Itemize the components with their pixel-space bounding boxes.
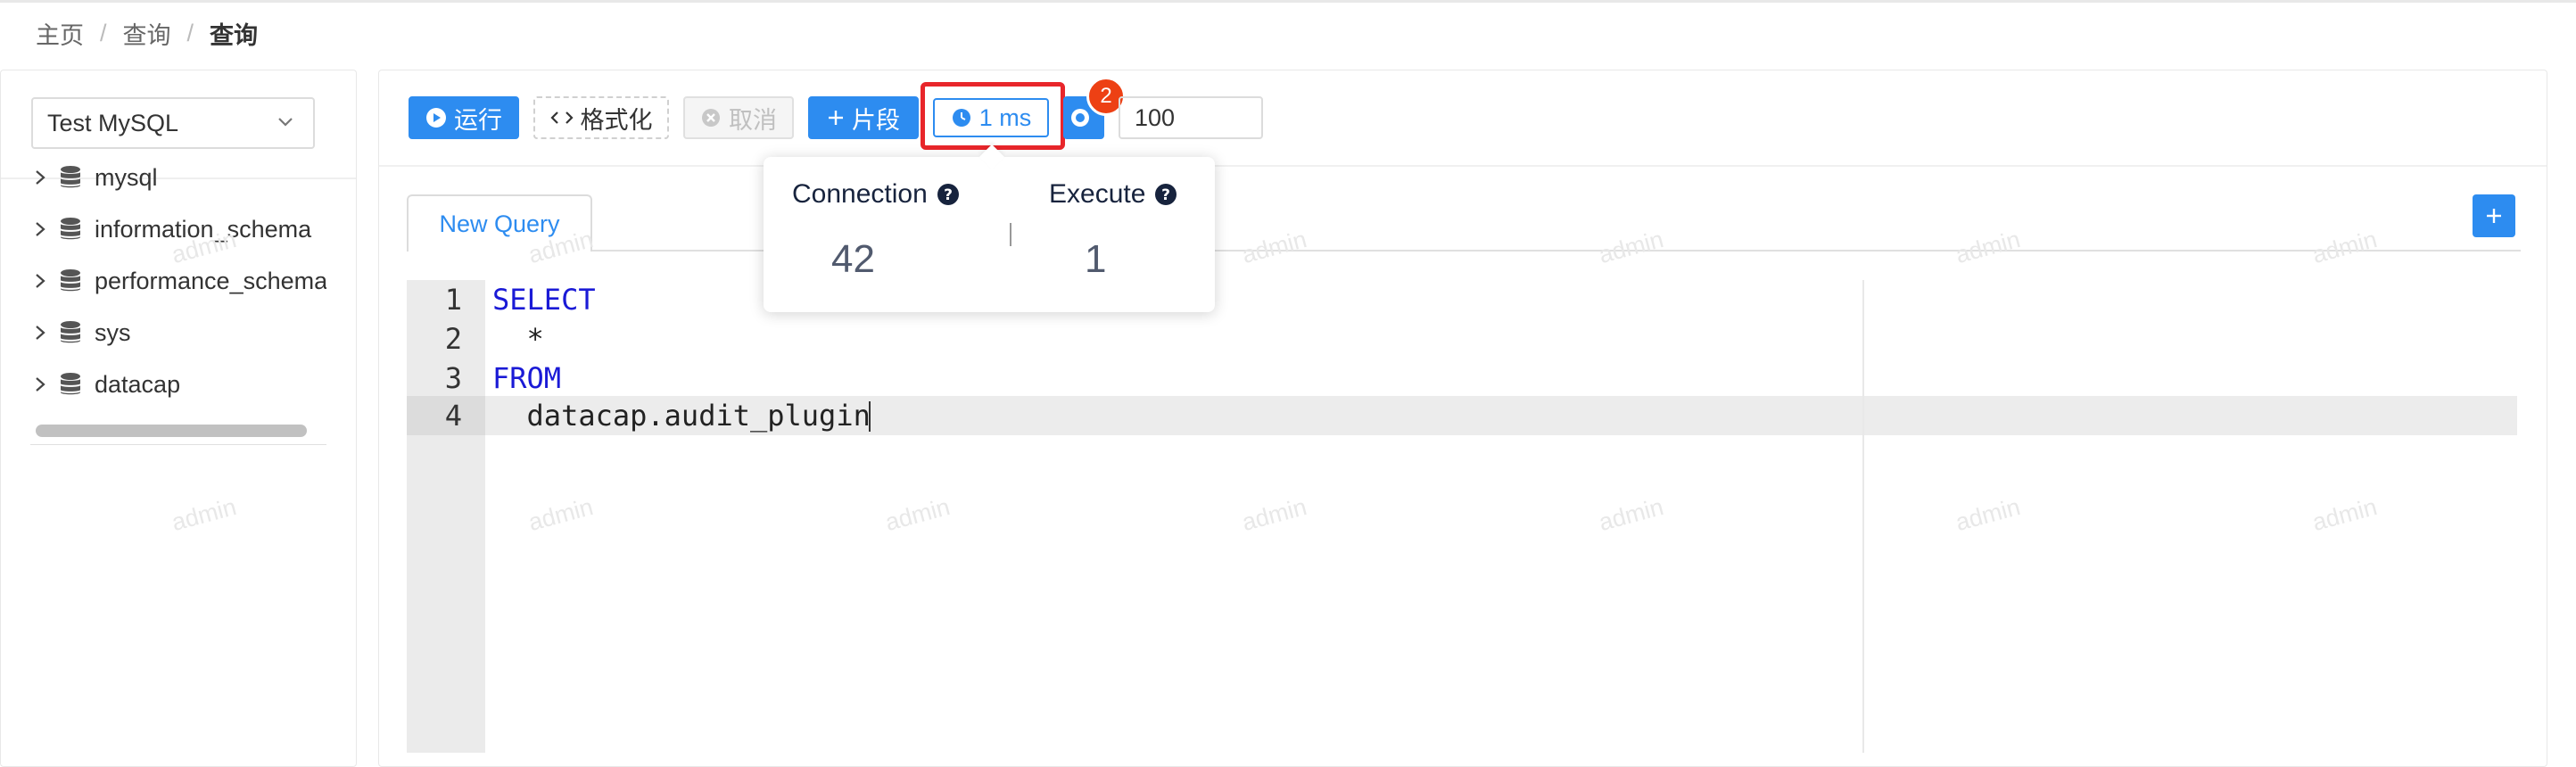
line-number: 3: [444, 361, 462, 395]
tree-item-information-schema[interactable]: information_schema: [32, 203, 326, 255]
divider: [379, 165, 2547, 167]
database-icon: [61, 373, 80, 395]
tree-item-label: sys: [95, 318, 131, 346]
database-icon: [61, 218, 80, 240]
snippet-button[interactable]: 片段: [808, 96, 919, 139]
code-line[interactable]: 2 *: [407, 319, 2517, 359]
datasource-select[interactable]: Test MySQL: [31, 97, 315, 149]
text-cursor: [869, 401, 871, 432]
format-button[interactable]: 格式化: [533, 96, 669, 139]
connection-stat-title: Connection ?: [792, 175, 997, 214]
sql-editor[interactable]: 1 SELECT 2 * 3 FROM 4 datacap.audit_plug…: [407, 280, 2517, 753]
datasource-select-value: Test MySQL: [47, 109, 179, 136]
code-text: FROM: [492, 361, 562, 395]
line-number: 1: [444, 283, 462, 317]
chevron-right-icon[interactable]: [32, 375, 48, 393]
breadcrumb-query[interactable]: 查询: [123, 16, 171, 51]
breadcrumb-home[interactable]: 主页: [36, 16, 84, 51]
cancel-button-label: 取消: [729, 106, 777, 134]
limit-input[interactable]: 100: [1119, 96, 1263, 139]
tree-item-label: datacap: [95, 370, 181, 398]
tree-item-label: performance_schema: [95, 267, 326, 294]
tree-item-performance-schema[interactable]: performance_schema: [32, 255, 326, 307]
tree-item-label: mysql: [95, 163, 158, 191]
code-line[interactable]: 1 SELECT: [407, 280, 2517, 319]
breadcrumb-separator: /: [100, 19, 107, 46]
connection-label: Connection: [792, 179, 928, 209]
line-number: 4: [444, 399, 462, 433]
tree-horizontal-scrollbar[interactable]: [30, 417, 326, 445]
add-tab-button[interactable]: [2473, 194, 2515, 237]
code-icon: [549, 111, 574, 124]
tree-item-label: information_schema: [95, 215, 312, 243]
tree-item-mysql[interactable]: mysql: [32, 152, 326, 203]
code-line[interactable]: 4 datacap.audit_plugin: [407, 396, 2517, 435]
tree-item-sys[interactable]: sys: [32, 307, 326, 359]
database-icon: [61, 321, 80, 343]
chevron-right-icon[interactable]: [32, 272, 48, 290]
code-text: SELECT: [492, 283, 596, 317]
execute-stat-title: Execute ?: [1049, 175, 1254, 214]
connection-value: 42: [831, 237, 875, 281]
help-icon[interactable]: ?: [937, 183, 960, 206]
svg-text:?: ?: [944, 186, 953, 204]
code-line[interactable]: 3 FROM: [407, 359, 2517, 398]
tab-bar-border: [407, 250, 2521, 252]
stat-divider: [1010, 223, 1011, 246]
highlight-annotation: [921, 82, 1065, 150]
cancel-button[interactable]: 取消: [683, 96, 794, 139]
chevron-right-icon[interactable]: [32, 324, 48, 342]
code-text: *: [492, 322, 544, 356]
snippet-button-label: 片段: [852, 106, 900, 134]
tab-new-query[interactable]: New Query: [407, 194, 592, 252]
top-border: [0, 0, 2576, 3]
help-icon[interactable]: ?: [1154, 183, 1177, 206]
database-tree: mysql information_schema performance_sch…: [32, 152, 326, 419]
breadcrumb-current: 查询: [210, 21, 259, 49]
play-circle-icon: [426, 108, 446, 128]
plus-icon: [2487, 209, 2501, 223]
close-circle-icon: [702, 109, 720, 127]
timing-popover: Connection ? 42 Execute ? 1: [764, 144, 1215, 312]
chevron-right-icon[interactable]: [32, 220, 48, 238]
scrollbar-thumb[interactable]: [36, 425, 307, 437]
code-text: datacap.audit_plugin: [492, 399, 871, 433]
chevron-down-icon: [278, 118, 293, 127]
breadcrumb: 主页 / 查询 / 查询: [36, 16, 259, 51]
database-icon: [61, 166, 80, 188]
database-icon: [61, 269, 80, 292]
connection-stat: Connection ? 42: [792, 175, 997, 282]
plus-icon: [829, 111, 843, 125]
execute-label: Execute: [1049, 179, 1146, 209]
tree-item-datacap[interactable]: datacap: [32, 359, 326, 410]
run-button-label: 运行: [454, 106, 502, 134]
format-button-label: 格式化: [580, 106, 653, 134]
history-icon: [1071, 109, 1089, 127]
execute-value: 1: [1085, 237, 1107, 281]
svg-text:?: ?: [1161, 186, 1170, 204]
breadcrumb-separator: /: [186, 19, 194, 46]
line-number: 2: [444, 322, 462, 356]
chevron-right-icon[interactable]: [32, 169, 48, 186]
run-button[interactable]: 运行: [409, 96, 519, 139]
execute-stat: Execute ? 1: [1049, 175, 1254, 282]
